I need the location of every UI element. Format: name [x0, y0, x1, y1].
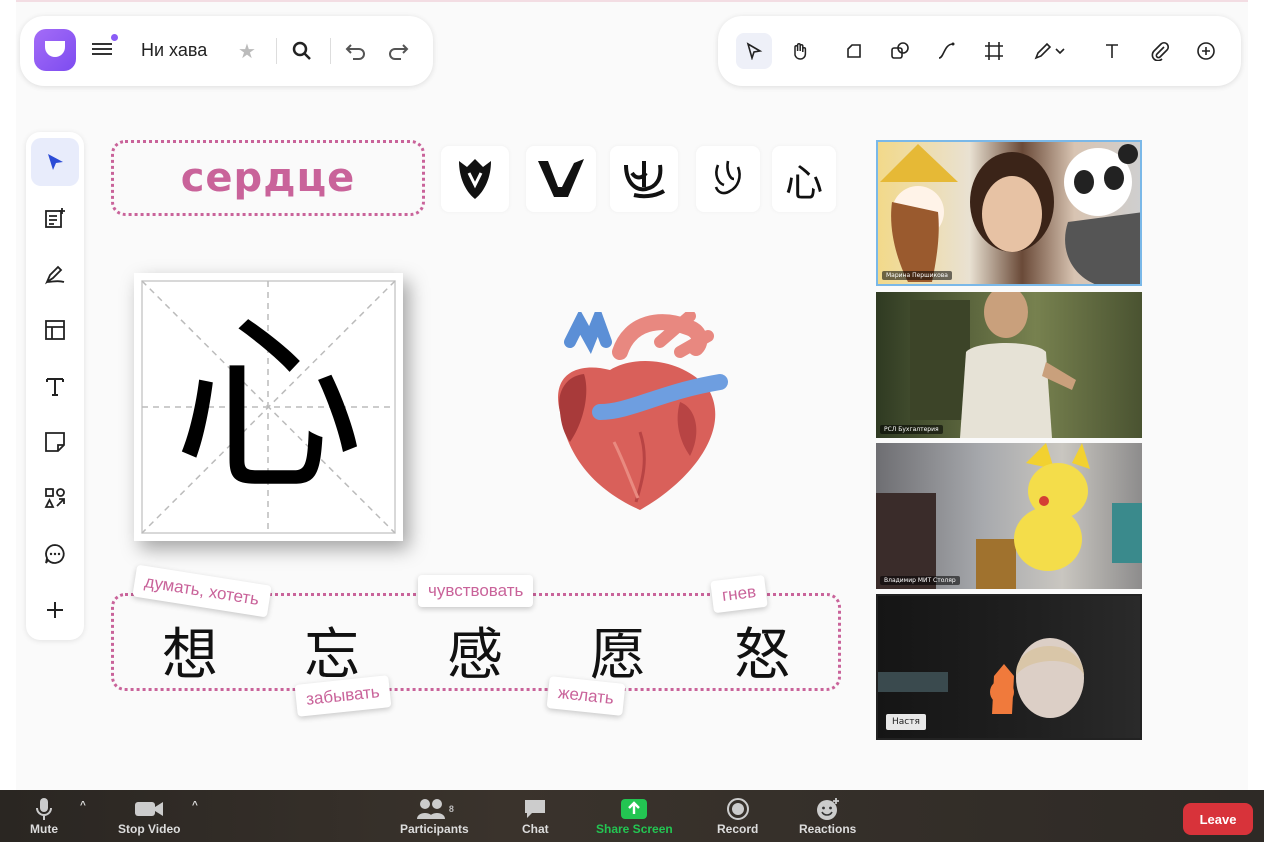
chat-button[interactable]: Chat: [522, 796, 549, 836]
participants-count: 8: [448, 804, 454, 814]
text-tool-icon[interactable]: [1094, 33, 1130, 69]
text-icon[interactable]: [31, 362, 79, 410]
participant-avatar: [910, 292, 1076, 438]
video-options-chevron-icon[interactable]: ^: [192, 800, 198, 811]
audio-options-chevron-icon[interactable]: ^: [80, 800, 86, 811]
lesson-title: сердце: [180, 155, 356, 201]
sticker-tool-icon[interactable]: [836, 33, 872, 69]
hand-tool-icon[interactable]: [782, 33, 818, 69]
record-label: Record: [717, 822, 759, 836]
participant-name-label: Владимир МИТ Столяр: [880, 576, 960, 585]
participant-avatar: [876, 443, 1142, 589]
ancient-glyph-4[interactable]: [696, 146, 760, 212]
participants-label: Participants: [400, 822, 469, 836]
ancient-glyph-2[interactable]: [526, 146, 596, 212]
menu-icon[interactable]: [92, 40, 112, 60]
main-character: 心: [173, 296, 364, 517]
mute-label: Mute: [30, 822, 58, 836]
plus-icon[interactable]: [31, 586, 79, 634]
participant-video[interactable]: Марина Першикова: [876, 140, 1142, 286]
anatomical-heart-image[interactable]: [540, 312, 730, 517]
creation-toolbar: [718, 16, 1241, 86]
sticky-note-icon[interactable]: [31, 418, 79, 466]
character-wish[interactable]: 愿: [578, 610, 658, 691]
character-think[interactable]: 想: [150, 610, 230, 691]
tag-anger[interactable]: гнев: [710, 574, 768, 614]
draw-icon[interactable]: [31, 250, 79, 298]
participants-button[interactable]: 8 Participants: [400, 796, 469, 836]
participant-video[interactable]: Владимир МИТ Столяр: [876, 443, 1142, 589]
layout-icon[interactable]: [31, 306, 79, 354]
shapes-tool-icon[interactable]: [882, 33, 918, 69]
frame-tool-icon[interactable]: [976, 33, 1012, 69]
participant-avatar: [880, 144, 1140, 284]
connector-tool-icon[interactable]: [928, 33, 964, 69]
tag-feel[interactable]: чувствовать: [418, 575, 534, 607]
chat-label: Chat: [522, 822, 549, 836]
add-note-icon[interactable]: [31, 194, 79, 242]
app-logo-icon[interactable]: [34, 29, 76, 71]
divider: [276, 38, 277, 64]
star-icon[interactable]: ★: [238, 41, 256, 61]
undo-icon[interactable]: [345, 41, 367, 64]
board-header-toolbar: Ни хава ★: [20, 16, 433, 86]
reactions-button[interactable]: Reactions: [799, 796, 856, 836]
ancient-glyph-3[interactable]: [610, 146, 678, 212]
character-grid-card[interactable]: 心: [134, 273, 403, 541]
ancient-glyph-1[interactable]: [441, 146, 509, 212]
divider: [330, 38, 331, 64]
participant-video[interactable]: Настя: [876, 594, 1142, 740]
notification-dot: [111, 34, 118, 41]
modern-glyph[interactable]: 心: [772, 146, 836, 212]
add-circle-icon[interactable]: [1188, 33, 1224, 69]
title-frame[interactable]: сердце: [111, 140, 425, 216]
redo-icon[interactable]: [387, 41, 409, 64]
share-screen-button[interactable]: Share Screen: [596, 796, 673, 836]
mute-button[interactable]: Mute: [30, 796, 58, 836]
board-name[interactable]: Ни хава: [141, 40, 207, 61]
leave-button[interactable]: Leave: [1183, 803, 1253, 835]
stop-video-button[interactable]: Stop Video: [118, 796, 180, 836]
participant-video[interactable]: РСЛ Бухгалтерия: [876, 292, 1142, 438]
pointer-icon[interactable]: [31, 138, 79, 186]
stop-video-label: Stop Video: [118, 822, 181, 836]
reactions-label: Reactions: [799, 822, 857, 836]
character-feel[interactable]: 感: [435, 610, 515, 691]
pen-tool-icon[interactable]: [1028, 33, 1072, 69]
share-screen-label: Share Screen: [596, 822, 673, 836]
shapes-icon[interactable]: [31, 474, 79, 522]
select-tool-icon[interactable]: [736, 33, 772, 69]
attach-tool-icon[interactable]: [1142, 33, 1178, 69]
top-border: [16, 0, 1248, 2]
side-toolbar: [26, 132, 84, 640]
record-button[interactable]: Record: [717, 796, 758, 836]
participant-name-label: Настя: [886, 714, 926, 730]
comment-icon[interactable]: [31, 530, 79, 578]
participant-name-label: РСЛ Бухгалтерия: [880, 425, 943, 434]
search-icon[interactable]: [292, 41, 312, 64]
participant-name-label: Марина Першикова: [882, 271, 952, 280]
character-anger[interactable]: 怒: [722, 610, 802, 691]
